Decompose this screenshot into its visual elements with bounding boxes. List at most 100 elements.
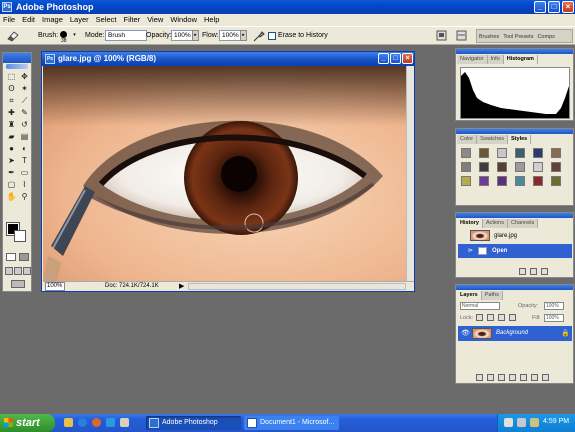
taskbar-item-photoshop[interactable]: Adobe Photoshop — [146, 416, 241, 430]
image-canvas[interactable] — [43, 66, 406, 281]
history-brush-tool-icon[interactable]: ↺ — [18, 119, 31, 131]
notes-tool-icon[interactable]: ▢ — [5, 179, 18, 191]
style-swatch[interactable] — [461, 176, 471, 186]
style-swatch[interactable] — [515, 162, 525, 172]
style-swatch[interactable] — [497, 148, 507, 158]
tab-navigator[interactable]: Navigator — [457, 55, 488, 64]
menu-image[interactable]: Image — [39, 14, 67, 26]
menu-file[interactable]: File — [0, 14, 19, 26]
delete-state-icon[interactable] — [541, 268, 548, 275]
minimize-button[interactable]: _ — [534, 1, 546, 13]
healing-brush-tool-icon[interactable]: ✚ — [5, 107, 18, 119]
menu-window[interactable]: Window — [167, 14, 201, 26]
quicklaunch-media-icon[interactable] — [106, 418, 115, 427]
lasso-tool-icon[interactable]: ʘ — [5, 83, 18, 95]
status-menu-arrow-icon[interactable]: ▶ — [179, 282, 184, 290]
menu-edit[interactable]: Edit — [19, 14, 39, 26]
taskbar-item-word[interactable]: Document1 - Microsof... — [244, 416, 339, 430]
airbrush-icon[interactable] — [253, 30, 265, 42]
dodge-tool-icon[interactable]: ◐ — [18, 143, 31, 155]
tab-color[interactable]: Color — [457, 135, 478, 144]
navigator-palette-header[interactable] — [456, 49, 573, 54]
jump-to-imageready-button[interactable] — [11, 280, 25, 288]
styles-palette-header[interactable] — [456, 129, 573, 134]
new-layer-icon[interactable] — [531, 374, 538, 381]
eraser-tool-icon[interactable] — [6, 30, 20, 42]
full-screen-menu-mode-button[interactable] — [14, 267, 22, 275]
history-brush-source-icon[interactable]: ⊳ — [468, 244, 473, 258]
style-swatch[interactable] — [515, 148, 525, 158]
new-document-from-state-icon[interactable] — [519, 268, 526, 275]
standard-screen-mode-button[interactable] — [5, 267, 13, 275]
zoom-field[interactable]: 100% — [45, 282, 65, 291]
maximize-button[interactable]: □ — [548, 1, 560, 13]
new-fill-layer-icon[interactable] — [509, 374, 516, 381]
style-swatch[interactable] — [551, 162, 561, 172]
quicklaunch-show-desktop-icon[interactable] — [120, 418, 129, 427]
tray-security-icon[interactable] — [530, 418, 539, 427]
tab-channels[interactable]: Channels — [508, 219, 539, 228]
eyedropper-tool-icon[interactable]: ⌇ — [18, 179, 31, 191]
clone-stamp-tool-icon[interactable]: ♜ — [5, 119, 18, 131]
lock-transparency-icon[interactable] — [476, 314, 483, 321]
doc-maximize-button[interactable]: □ — [390, 53, 401, 64]
marquee-tool-icon[interactable]: ⬚ — [5, 71, 18, 83]
history-state-row[interactable]: ⊳ Open — [458, 244, 572, 258]
new-group-icon[interactable] — [520, 374, 527, 381]
palette-toggle-icon[interactable] — [456, 30, 467, 41]
lock-position-icon[interactable] — [498, 314, 505, 321]
layer-opacity-field[interactable]: 100% — [544, 302, 564, 310]
quicklaunch-firefox-icon[interactable] — [92, 418, 101, 427]
tab-styles[interactable]: Styles — [508, 135, 532, 144]
fill-field[interactable]: 100% — [544, 314, 564, 322]
vertical-scrollbar[interactable] — [406, 66, 414, 281]
style-swatch[interactable] — [533, 162, 543, 172]
tab-actions[interactable]: Actions — [482, 219, 508, 228]
layer-mask-icon[interactable] — [498, 374, 505, 381]
lock-pixels-icon[interactable] — [487, 314, 494, 321]
menu-filter[interactable]: Filter — [121, 14, 145, 26]
slice-tool-icon[interactable]: ⟋ — [18, 95, 31, 107]
tab-info[interactable]: Info — [487, 55, 504, 64]
tab-histogram[interactable]: Histogram — [503, 55, 538, 64]
quicklaunch-folder-icon[interactable] — [64, 418, 73, 427]
palette-well-tab-brushes[interactable]: Brushes — [477, 30, 501, 44]
palette-well-tab-comps[interactable]: Comps — [535, 30, 556, 44]
style-swatch[interactable] — [479, 162, 489, 172]
quick-mask-mode-button[interactable] — [19, 253, 29, 261]
blur-tool-icon[interactable]: ● — [5, 143, 18, 155]
brush-tool-icon[interactable]: ✎ — [18, 107, 31, 119]
tab-paths[interactable]: Paths — [481, 291, 503, 300]
menu-view[interactable]: View — [144, 14, 167, 26]
layer-style-icon[interactable] — [487, 374, 494, 381]
lock-all-icon[interactable] — [509, 314, 516, 321]
tray-volume-icon[interactable] — [517, 418, 526, 427]
move-tool-icon[interactable]: ✥ — [18, 71, 31, 83]
style-swatch[interactable] — [479, 176, 489, 186]
flow-slider-button[interactable]: ▸ — [240, 30, 247, 41]
menu-select[interactable]: Select — [93, 14, 121, 26]
gradient-tool-icon[interactable]: ▤ — [18, 131, 31, 143]
menu-help[interactable]: Help — [201, 14, 223, 26]
horizontal-scrollbar[interactable] — [188, 283, 406, 290]
standard-mode-button[interactable] — [6, 253, 16, 261]
hand-tool-icon[interactable]: ✋ — [5, 191, 18, 203]
shape-tool-icon[interactable]: ▭ — [18, 167, 31, 179]
quicklaunch-ie-icon[interactable] — [78, 418, 87, 427]
brush-preview-icon[interactable] — [60, 31, 67, 38]
layers-palette-header[interactable] — [456, 285, 573, 290]
style-swatch[interactable] — [497, 162, 507, 172]
eraser-tool-icon[interactable]: ▰ — [5, 131, 18, 143]
tab-swatches[interactable]: Swatches — [477, 135, 509, 144]
style-swatch[interactable] — [551, 148, 561, 158]
link-layers-icon[interactable] — [476, 374, 483, 381]
background-color-swatch[interactable] — [14, 230, 26, 242]
style-swatch[interactable] — [515, 176, 525, 186]
doc-close-button[interactable]: × — [402, 53, 413, 64]
layer-row-background[interactable]: 👁 Background 🔒 — [458, 326, 572, 341]
path-selection-tool-icon[interactable]: ➤ — [5, 155, 18, 167]
brush-picker-chevron-icon[interactable]: ▾ — [71, 31, 78, 42]
full-screen-mode-button[interactable] — [23, 267, 31, 275]
zoom-tool-icon[interactable]: ⚲ — [18, 191, 31, 203]
start-button[interactable]: start — [0, 414, 55, 432]
